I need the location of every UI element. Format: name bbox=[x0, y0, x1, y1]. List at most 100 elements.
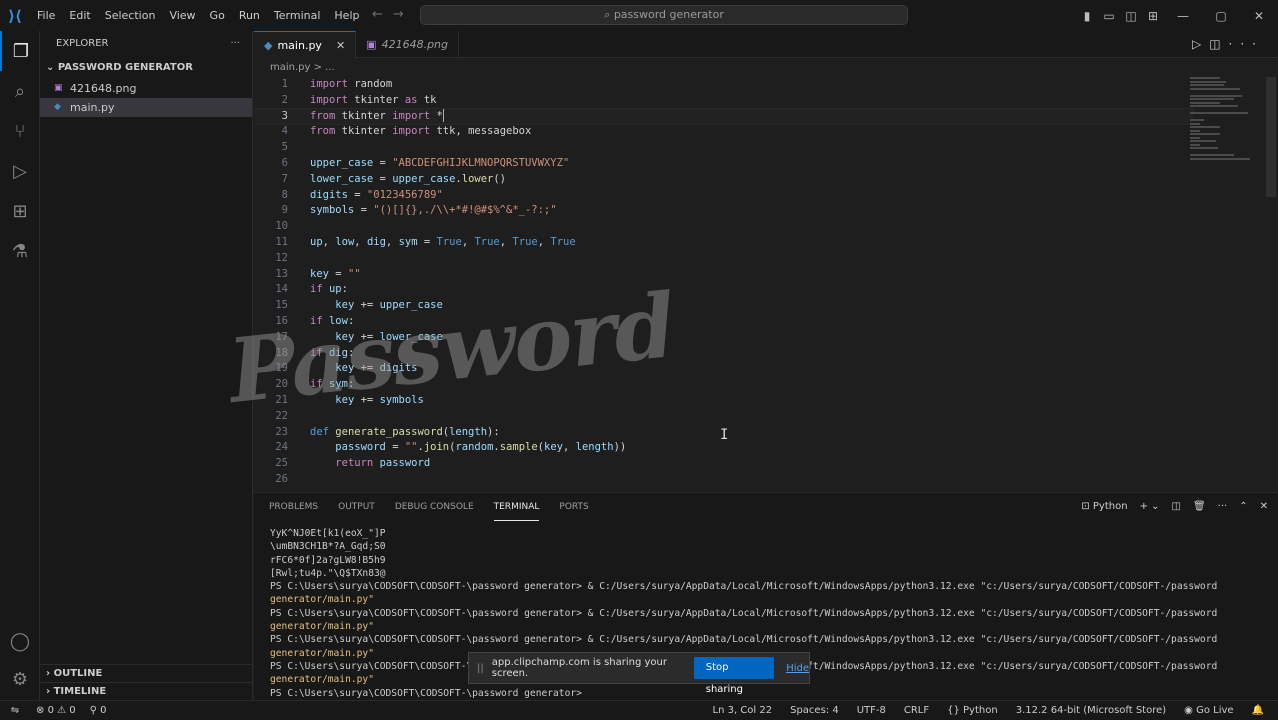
close-icon[interactable]: ✕ bbox=[336, 32, 345, 59]
menu-go[interactable]: Go bbox=[203, 9, 232, 22]
python-file-icon: ◆ bbox=[264, 38, 273, 52]
code-line: 10 bbox=[275, 220, 288, 233]
problems-status[interactable]: ⊗ 0 ⚠ 0 bbox=[36, 701, 76, 720]
remote-indicator-icon[interactable]: ⇋ bbox=[0, 701, 30, 720]
menu-terminal[interactable]: Terminal bbox=[267, 9, 328, 22]
more-actions-icon[interactable]: ··· bbox=[230, 31, 240, 57]
python-interpreter[interactable]: 3.12.2 64-bit (Microsoft Store) bbox=[1016, 701, 1166, 720]
more-actions-icon[interactable]: ··· bbox=[1218, 493, 1228, 521]
run-python-file-icon[interactable]: ▷ bbox=[1192, 37, 1209, 51]
explorer-icon[interactable]: ❐ bbox=[0, 31, 40, 71]
breadcrumb[interactable]: main.py > ... bbox=[270, 60, 335, 76]
outline-section[interactable]: › OUTLINE bbox=[40, 664, 253, 682]
tab-image[interactable]: ▣ 421648.png bbox=[356, 31, 460, 58]
terminal-icon: ⊡ bbox=[1081, 501, 1093, 512]
language-mode[interactable]: {} Python bbox=[947, 701, 998, 720]
maximize-panel-icon[interactable]: ⌃ bbox=[1239, 493, 1247, 521]
code-line: 8 digits = "0123456789" bbox=[281, 188, 443, 201]
tab-problems[interactable]: PROBLEMS bbox=[269, 493, 318, 521]
menu-edit[interactable]: Edit bbox=[62, 9, 97, 22]
stop-sharing-button[interactable]: Stop sharing bbox=[693, 657, 775, 695]
sharing-message: app.clipchamp.com is sharing your screen… bbox=[491, 657, 668, 679]
menu-bar: File Edit Selection View Go Run Terminal… bbox=[30, 9, 366, 22]
folder-name: PASSWORD GENERATOR bbox=[57, 62, 193, 73]
timeline-section[interactable]: › TIMELINE bbox=[40, 682, 253, 700]
split-editor-icon[interactable]: ◫ bbox=[1209, 37, 1228, 51]
editor-tabs: ◆ main.py ✕ ▣ 421648.png ▷◫··· bbox=[254, 31, 1278, 58]
tab-terminal[interactable]: TERMINAL bbox=[493, 493, 540, 521]
indentation[interactable]: Spaces: 4 bbox=[790, 701, 839, 720]
customize-layout-icon[interactable]: ⊞ bbox=[1142, 9, 1164, 23]
image-file-icon: ▣ bbox=[366, 38, 377, 51]
menu-run[interactable]: Run bbox=[232, 9, 267, 22]
command-center-search[interactable]: ⌕ password generator bbox=[420, 5, 908, 25]
code-line: 5 bbox=[281, 141, 288, 154]
code-line: 11 up, low, dig, sym = True, True, True, … bbox=[275, 235, 576, 248]
testing-icon[interactable]: ⚗ bbox=[0, 231, 40, 271]
file-item-main-py[interactable]: ◆ main.py bbox=[40, 98, 252, 117]
maximize-icon[interactable]: ▢ bbox=[1202, 9, 1240, 23]
vscode-logo-icon: ⟩⟨ bbox=[8, 6, 22, 25]
python-file-icon: ◆ bbox=[54, 102, 61, 112]
source-control-icon[interactable]: ⑂ bbox=[0, 111, 40, 151]
kill-terminal-icon[interactable]: 🗑 bbox=[1193, 493, 1206, 521]
settings-gear-icon[interactable]: ⚙ bbox=[0, 659, 40, 699]
encoding[interactable]: UTF-8 bbox=[857, 701, 886, 720]
hide-link[interactable]: Hide bbox=[786, 663, 809, 674]
close-panel-icon[interactable]: ✕ bbox=[1260, 493, 1268, 521]
back-arrow-icon[interactable]: ← bbox=[372, 7, 393, 22]
extensions-icon[interactable]: ⊞ bbox=[0, 191, 40, 231]
menu-file[interactable]: File bbox=[30, 9, 62, 22]
terminal-line: PS C:\Users\surya\CODSOFT\CODSOFT-\passw… bbox=[270, 581, 1218, 593]
image-file-icon: ▣ bbox=[54, 83, 63, 93]
braces-icon: {} bbox=[947, 705, 964, 716]
editor-scrollbar[interactable] bbox=[1266, 77, 1276, 197]
chevron-right-icon: › bbox=[46, 686, 54, 697]
error-count: 0 bbox=[47, 705, 54, 716]
outline-label: OUTLINE bbox=[53, 668, 103, 679]
tab-debug-console[interactable]: DEBUG CONSOLE bbox=[395, 493, 474, 521]
toggle-primary-sidebar-icon[interactable]: ▮ bbox=[1076, 9, 1098, 23]
terminal-line: PS C:\Users\surya\CODSOFT\CODSOFT-\passw… bbox=[270, 634, 1218, 646]
run-debug-icon[interactable]: ▷ bbox=[0, 151, 40, 191]
menu-selection[interactable]: Selection bbox=[98, 9, 163, 22]
menu-view[interactable]: View bbox=[162, 9, 202, 22]
notifications-bell-icon[interactable]: 🔔 bbox=[1252, 701, 1264, 720]
close-window-icon[interactable]: ✕ bbox=[1240, 9, 1278, 23]
terminal-shell-selector[interactable]: ⊡ Python bbox=[1081, 493, 1127, 521]
terminal-shell-label: Python bbox=[1092, 501, 1128, 512]
tab-ports[interactable]: PORTS bbox=[559, 493, 588, 521]
nav-arrows: ←→ bbox=[372, 7, 414, 22]
terminal-line: YyK^NJ0Et[k1(eoX_"]P bbox=[270, 528, 386, 539]
go-live-label: Go Live bbox=[1196, 705, 1234, 716]
minimap[interactable] bbox=[1190, 77, 1260, 167]
forward-arrow-icon[interactable]: → bbox=[393, 7, 414, 22]
warning-count: 0 bbox=[69, 705, 76, 716]
chevron-down-icon: ⌄ bbox=[46, 62, 58, 73]
drag-handle-icon[interactable]: || bbox=[469, 663, 492, 674]
search-view-icon[interactable]: ⌕ bbox=[0, 71, 40, 111]
go-live-button[interactable]: ◉ Go Live bbox=[1184, 701, 1233, 720]
split-terminal-icon[interactable]: ◫ bbox=[1172, 493, 1181, 521]
status-right: Ln 3, Col 22 Spaces: 4 UTF-8 CRLF {} Pyt… bbox=[713, 701, 1264, 720]
code-line: 26 bbox=[275, 472, 288, 485]
line-ending[interactable]: CRLF bbox=[904, 701, 929, 720]
more-actions-icon[interactable]: ··· bbox=[1229, 37, 1264, 51]
cursor-position[interactable]: Ln 3, Col 22 bbox=[713, 701, 773, 720]
ports-status[interactable]: ⚲ 0 bbox=[90, 701, 107, 720]
account-icon[interactable]: ◯ bbox=[0, 621, 40, 661]
toggle-secondary-sidebar-icon[interactable]: ◫ bbox=[1120, 9, 1142, 23]
warning-icon: ⚠ bbox=[57, 705, 70, 716]
minimize-icon[interactable]: — bbox=[1164, 9, 1202, 23]
menu-help[interactable]: Help bbox=[327, 9, 366, 22]
file-item-image[interactable]: ▣ 421648.png bbox=[40, 79, 252, 98]
tab-main-py[interactable]: ◆ main.py ✕ bbox=[254, 31, 357, 59]
code-line: 15 key += upper_case bbox=[275, 299, 443, 312]
new-terminal-icon[interactable]: + ⌄ bbox=[1140, 493, 1160, 521]
broadcast-icon: ◉ bbox=[1184, 705, 1197, 716]
tab-output[interactable]: OUTPUT bbox=[338, 493, 375, 521]
toggle-panel-icon[interactable]: ▭ bbox=[1098, 9, 1120, 23]
chevron-right-icon: › bbox=[46, 668, 54, 679]
workspace-folder[interactable]: ⌄ PASSWORD GENERATOR bbox=[40, 57, 252, 79]
code-line: 22 bbox=[275, 409, 288, 422]
